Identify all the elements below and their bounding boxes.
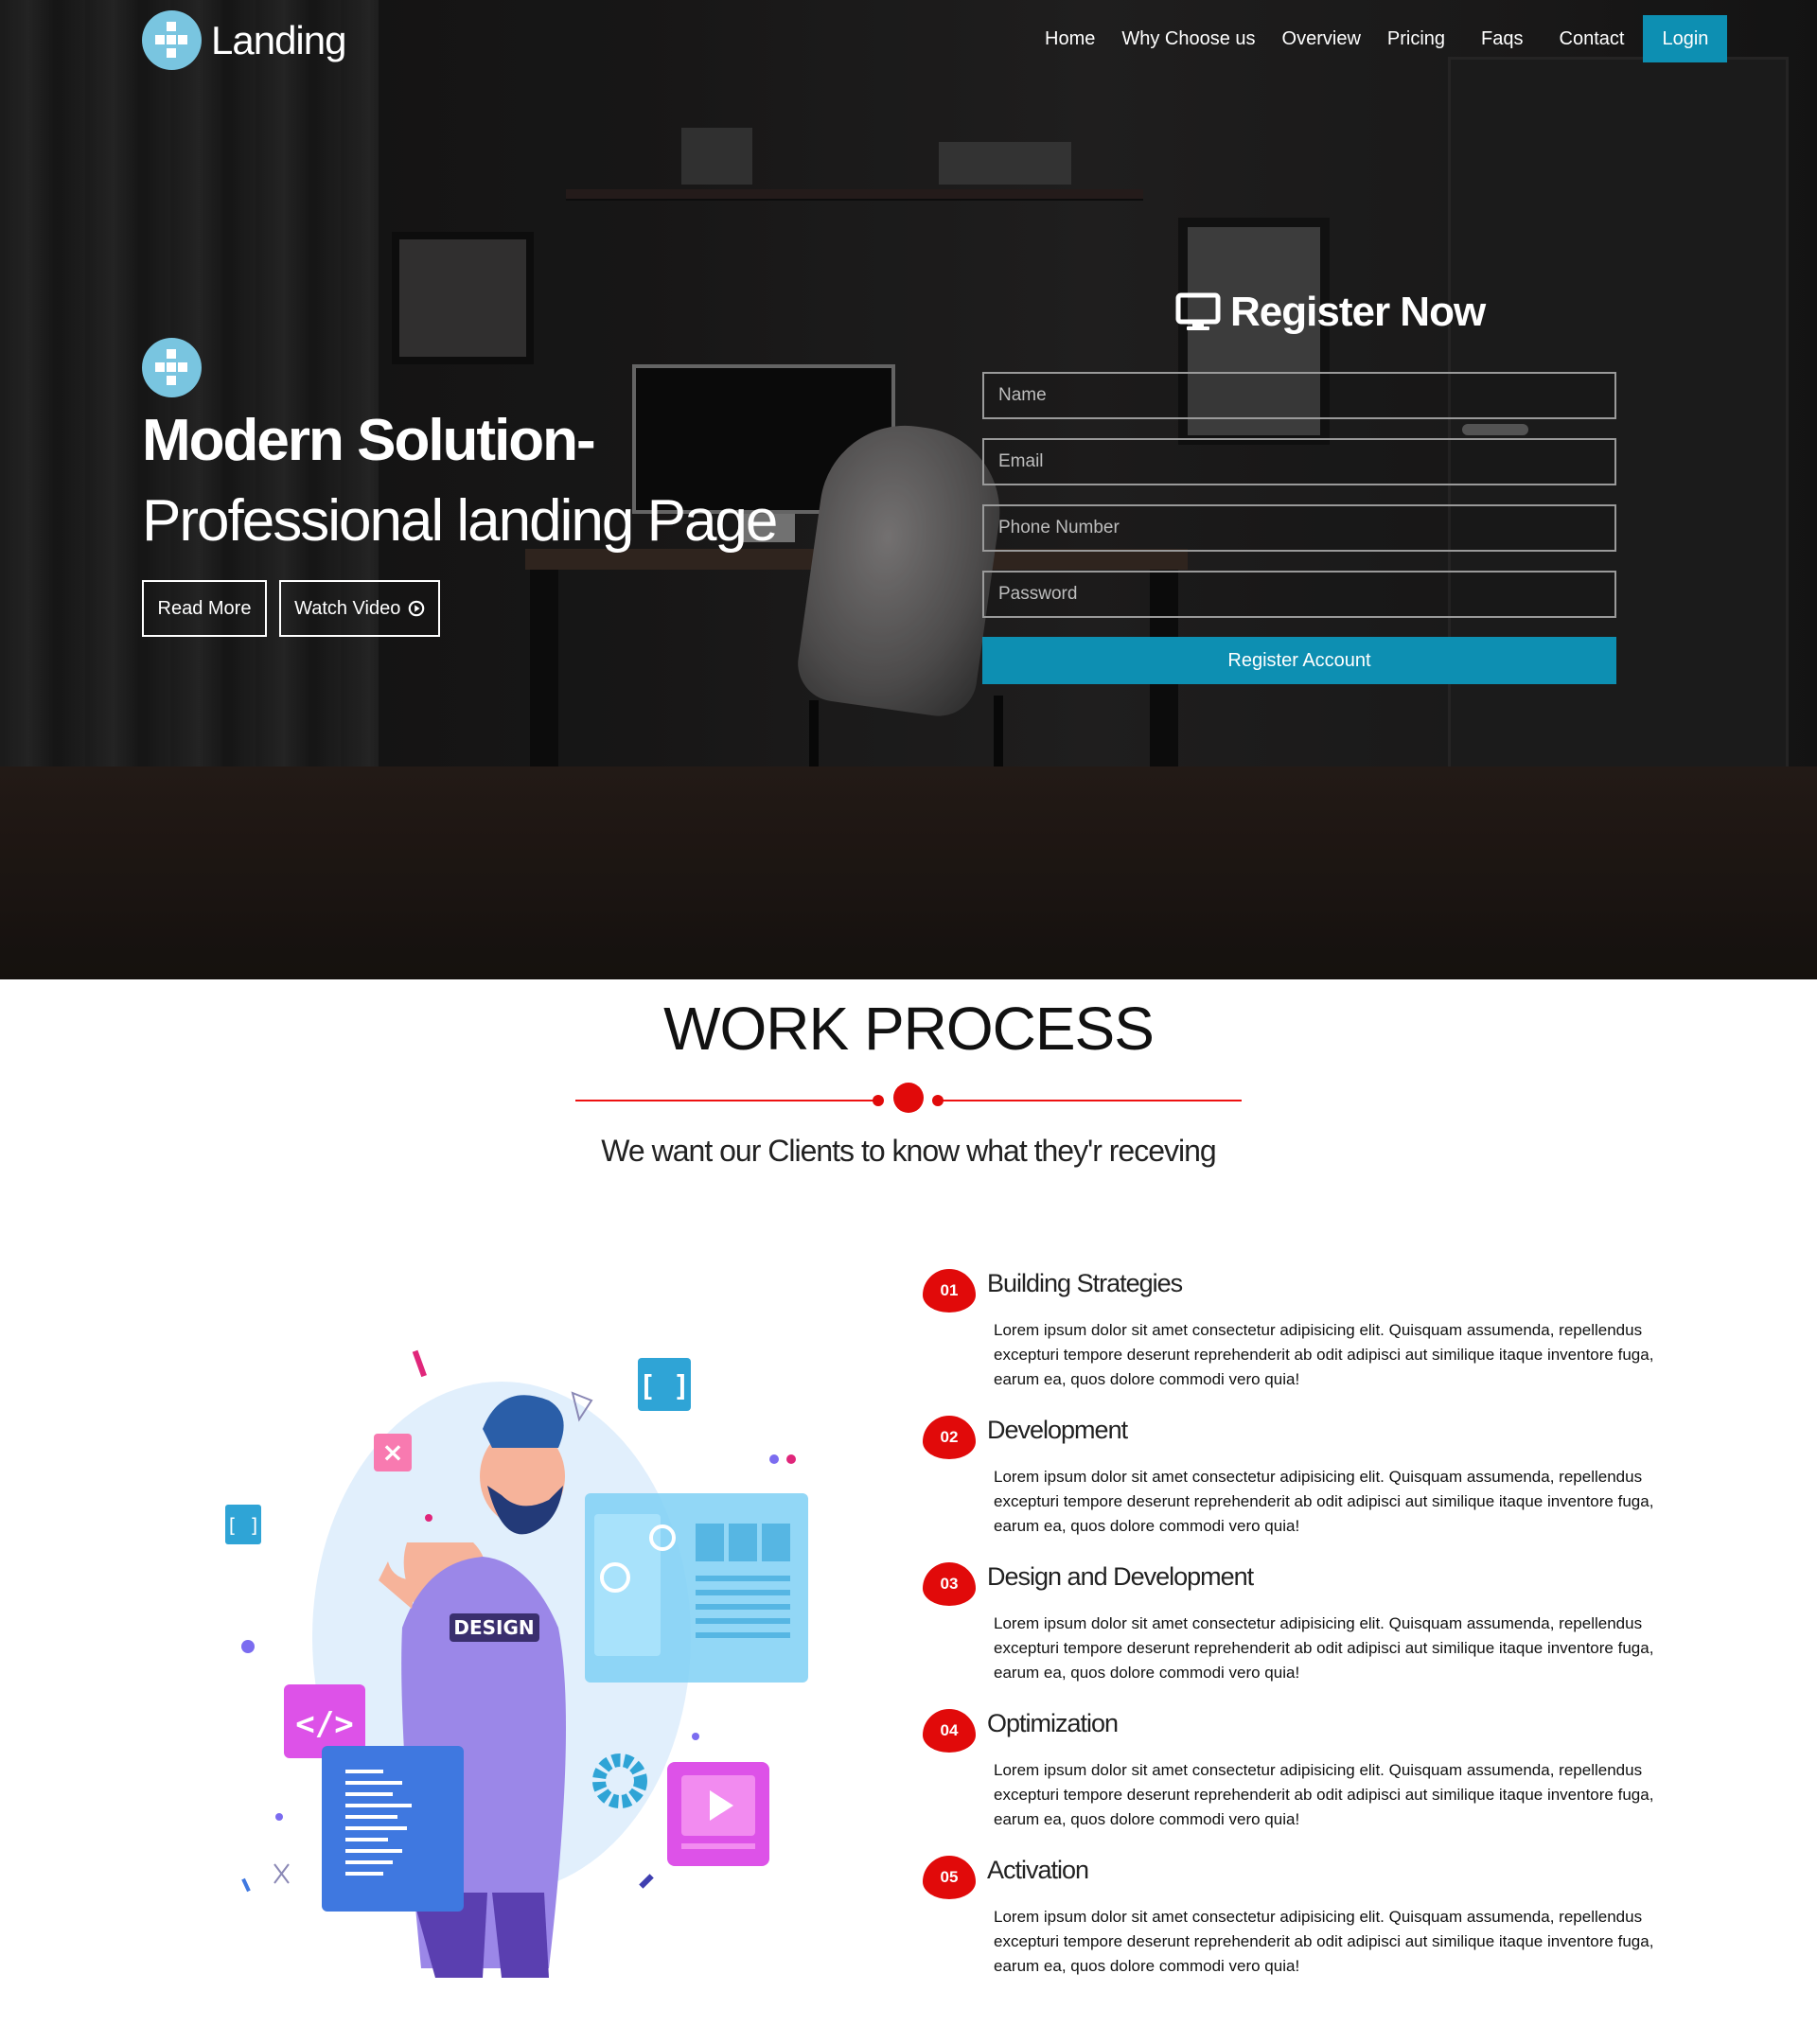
designer-illustration-svg: [ ] [ ] × DESIGN </> <box>225 1349 808 1978</box>
brand-logo[interactable]: Landing <box>142 10 346 70</box>
register-heading: Register Now <box>1175 289 1486 336</box>
step-title: Optimization <box>987 1709 1119 1737</box>
step-number-badge: 01 <box>923 1269 976 1313</box>
nav-faqs[interactable]: Faqs <box>1458 15 1536 62</box>
read-more-button[interactable]: Read More <box>142 580 267 637</box>
divider-dot <box>932 1095 944 1106</box>
nav-overview[interactable]: Overview <box>1269 15 1374 62</box>
register-title: Register Now <box>1230 289 1486 335</box>
password-field[interactable]: Password <box>982 571 1616 618</box>
watch-video-label: Watch Video <box>294 598 401 619</box>
grid-cross-icon <box>142 338 202 397</box>
svg-text:[ ]: [ ] <box>226 1514 260 1537</box>
step-description: Lorem ipsum dolor sit amet consectetur a… <box>994 1761 1654 1828</box>
work-process-title: WORK PROCESS <box>663 995 1155 1063</box>
designer-illustration: [ ] [ ] × DESIGN </> <box>218 1325 814 1978</box>
work-process-subtitle: We want our Clients to know what they'r … <box>601 1134 1216 1168</box>
main-nav: Home Why Choose us Overview Pricing Faqs… <box>1032 15 1728 62</box>
email-field[interactable]: Email <box>982 438 1616 485</box>
step-description: Lorem ipsum dolor sit amet consectetur a… <box>994 1321 1654 1388</box>
step-number-badge: 05 <box>923 1856 976 1899</box>
svg-text:[ ]: [ ] <box>639 1370 690 1403</box>
divider-dot-center <box>893 1083 924 1113</box>
login-button[interactable]: Login <box>1643 15 1728 62</box>
name-field[interactable]: Name <box>982 372 1616 419</box>
step-title: Activation <box>987 1856 1089 1884</box>
email-placeholder: Email <box>998 451 1044 471</box>
play-circle-icon <box>408 600 425 617</box>
phone-placeholder: Phone Number <box>998 518 1120 537</box>
svg-text:×: × <box>381 1436 403 1468</box>
register-account-button[interactable]: Register Account <box>982 637 1616 684</box>
step-description: Lorem ipsum dolor sit amet consectetur a… <box>994 1908 1654 1975</box>
nav-home[interactable]: Home <box>1032 15 1108 62</box>
grid-cross-icon <box>142 10 202 70</box>
hero-title: Modern Solution- <box>142 408 596 473</box>
step-title: Development <box>987 1416 1128 1444</box>
read-more-label: Read More <box>157 598 252 619</box>
divider-line-right <box>939 1100 1242 1101</box>
step-description: Lorem ipsum dolor sit amet consectetur a… <box>994 1468 1654 1535</box>
nav-pricing[interactable]: Pricing <box>1374 15 1458 62</box>
step-number-badge: 04 <box>923 1709 976 1753</box>
step-title: Building Strategies <box>987 1269 1183 1297</box>
name-placeholder: Name <box>998 385 1047 405</box>
step-title: Design and Development <box>987 1562 1254 1591</box>
monitor-icon <box>1175 292 1221 330</box>
illustration-design-label: DESIGN <box>453 1616 534 1639</box>
hero-subtitle: Professional landing Page <box>142 488 778 554</box>
divider-line-left <box>575 1100 878 1101</box>
nav-contact[interactable]: Contact <box>1537 15 1638 62</box>
phone-field[interactable]: Phone Number <box>982 504 1616 552</box>
hero-section: Landing Home Why Choose us Overview Pric… <box>0 0 1817 979</box>
brand-name: Landing <box>211 17 346 62</box>
svg-text:</>: </> <box>295 1705 353 1743</box>
step-number-badge: 03 <box>923 1562 976 1606</box>
step-number-badge: 02 <box>923 1416 976 1459</box>
watch-video-button[interactable]: Watch Video <box>279 580 440 637</box>
step-description: Lorem ipsum dolor sit amet consectetur a… <box>994 1614 1654 1682</box>
nav-why-choose-us[interactable]: Why Choose us <box>1108 15 1268 62</box>
password-placeholder: Password <box>998 584 1078 604</box>
divider-dot <box>873 1095 884 1106</box>
